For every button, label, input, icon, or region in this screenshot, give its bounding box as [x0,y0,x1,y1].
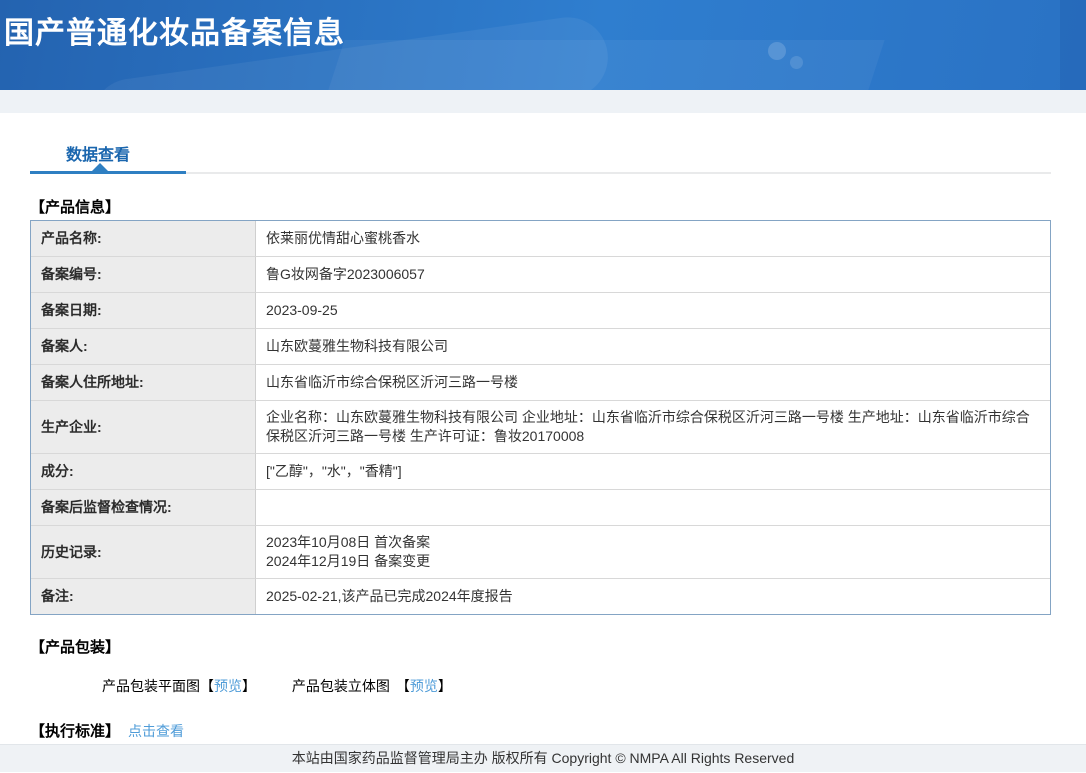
row-label: 备案后监督检查情况: [31,490,256,526]
tab-data-view[interactable]: 数据查看 [66,141,130,165]
table-row: 备案编号: 鲁G妆网备字2023006057 [31,257,1050,293]
main-content: 数据查看 【产品信息】 产品名称: 依莱丽优情甜心蜜桃香水 备案编号: 鲁G妆网… [0,141,1086,773]
packaging-section-title: 【产品包装】 [30,636,1051,657]
row-value: 鲁G妆网备字2023006057 [256,257,1050,293]
row-value: 2025-02-21,该产品已完成2024年度报告 [256,579,1050,614]
table-row: 备案人住所地址: 山东省临沂市综合保税区沂河三路一号楼 [31,365,1050,401]
banner-subbar [0,90,1086,113]
bracket: 【 [200,678,214,694]
tab-active-arrow-icon [92,163,108,171]
page-title: 国产普通化妆品备案信息 [0,0,1086,52]
table-row: 产品名称: 依莱丽优情甜心蜜桃香水 [31,221,1050,257]
bracket: 【 [396,678,410,694]
table-row: 备注: 2025-02-21,该产品已完成2024年度报告 [31,579,1050,614]
row-label: 备注: [31,579,256,614]
row-value [256,490,1050,526]
table-row: 备案人: 山东欧蔓雅生物科技有限公司 [31,329,1050,365]
row-label: 备案编号: [31,257,256,293]
row-value: 山东省临沂市综合保税区沂河三路一号楼 [256,365,1050,401]
packaging-flat-label: 产品包装平面图 [102,678,200,694]
row-label: 历史记录: [31,526,256,579]
row-value: ["乙醇"，"水"，"香精"] [256,454,1050,490]
row-label: 备案人: [31,329,256,365]
bracket: 】 [242,678,256,694]
tab-active-underline [30,171,186,174]
row-value: 山东欧蔓雅生物科技有限公司 [256,329,1050,365]
table-row: 生产企业: 企业名称：山东欧蔓雅生物科技有限公司 企业地址：山东省临沂市综合保税… [31,401,1050,454]
standards-view-link[interactable]: 点击查看 [128,723,184,739]
row-value: 依莱丽优情甜心蜜桃香水 [256,221,1050,257]
row-value: 企业名称：山东欧蔓雅生物科技有限公司 企业地址：山东省临沂市综合保税区沂河三路一… [256,401,1050,454]
table-row: 备案后监督检查情况: [31,490,1050,526]
packaging-3d-item: 产品包装立体图【预览】 [292,676,452,696]
table-row: 成分: ["乙醇"，"水"，"香精"] [31,454,1050,490]
page-footer: 本站由国家药品监督管理局主办 版权所有 Copyright © NMPA All… [0,744,1086,772]
row-value: 2023-09-25 [256,293,1050,329]
packaging-row: 产品包装平面图【预览】 产品包装立体图【预览】 [102,676,1051,696]
packaging-3d-label: 产品包装立体图 [292,678,390,694]
packaging-flat-preview-link[interactable]: 预览 [214,678,242,694]
row-label: 产品名称: [31,221,256,257]
standards-row: 【执行标准】点击查看 [30,720,1051,741]
packaging-3d-preview-link[interactable]: 预览 [410,678,438,694]
page-banner: 国产普通化妆品备案信息 [0,0,1086,90]
product-info-section-title: 【产品信息】 [30,196,1051,217]
product-info-table: 产品名称: 依莱丽优情甜心蜜桃香水 备案编号: 鲁G妆网备字2023006057… [30,220,1051,615]
row-value: 2023年10月08日 首次备案 2024年12月19日 备案变更 [256,526,1050,579]
row-label: 备案人住所地址: [31,365,256,401]
banner-decor-dot [790,56,803,69]
packaging-flat-item: 产品包装平面图【预览】 [102,676,256,696]
row-label: 备案日期: [31,293,256,329]
row-label: 生产企业: [31,401,256,454]
tab-bar: 数据查看 [30,141,1051,174]
table-row: 历史记录: 2023年10月08日 首次备案 2024年12月19日 备案变更 [31,526,1050,579]
table-row: 备案日期: 2023-09-25 [31,293,1050,329]
bracket: 】 [438,678,452,694]
row-label: 成分: [31,454,256,490]
standards-label: 【执行标准】 [30,723,120,740]
copyright-text: 本站由国家药品监督管理局主办 版权所有 Copyright © NMPA All… [292,750,794,766]
